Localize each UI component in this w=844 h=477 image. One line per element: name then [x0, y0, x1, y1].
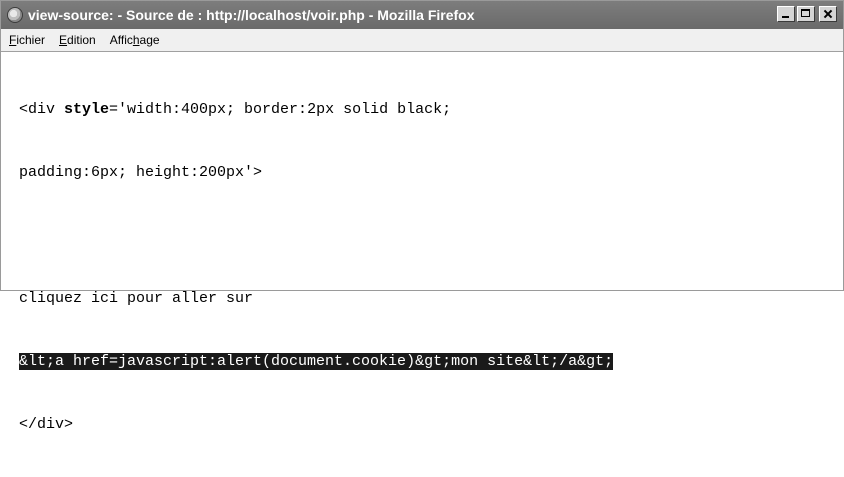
- source-line-6: </div>: [19, 416, 74, 433]
- source-line-2: padding:6px; height:200px'>: [19, 164, 263, 181]
- minimize-button[interactable]: [777, 6, 795, 22]
- source-line-1-value: ='width:400px; border:2px solid black;: [109, 101, 452, 118]
- menu-edition[interactable]: Edition: [53, 33, 102, 47]
- firefox-icon: [7, 7, 23, 23]
- menu-affichage[interactable]: Affichage: [104, 33, 166, 47]
- source-line-3: [19, 225, 613, 246]
- source-line-1-attr: style: [64, 101, 110, 118]
- source-line-1: <div style='width:400px; border:2px soli…: [19, 99, 613, 120]
- source-line-4: cliquez ici pour aller sur: [19, 290, 254, 307]
- source-code[interactable]: <div style='width:400px; border:2px soli…: [19, 57, 614, 477]
- menu-affichage-accel: h: [132, 33, 140, 47]
- close-button[interactable]: [819, 6, 837, 22]
- menu-affichage-pre: Affic: [109, 33, 133, 47]
- title-bar[interactable]: view-source: - Source de : http://localh…: [1, 1, 843, 29]
- menu-fichier[interactable]: Fichier: [3, 33, 51, 47]
- window-controls: [777, 6, 837, 22]
- menu-affichage-rest: age: [139, 33, 160, 47]
- source-line-5: &lt;a href=javascript:alert(document.coo…: [19, 351, 614, 372]
- maximize-button[interactable]: [797, 6, 815, 22]
- source-line-1-tag: <div: [19, 101, 65, 118]
- menu-fichier-rest: ichier: [16, 33, 46, 47]
- selected-text: &lt;a href=javascript:alert(document.coo…: [19, 353, 614, 370]
- menu-edition-rest: dition: [67, 33, 96, 47]
- menu-edition-accel: E: [59, 33, 68, 47]
- window-title: view-source: - Source de : http://localh…: [28, 7, 475, 23]
- browser-window: view-source: - Source de : http://localh…: [0, 0, 844, 433]
- menu-bar: Fichier Edition Affichage: [1, 29, 843, 52]
